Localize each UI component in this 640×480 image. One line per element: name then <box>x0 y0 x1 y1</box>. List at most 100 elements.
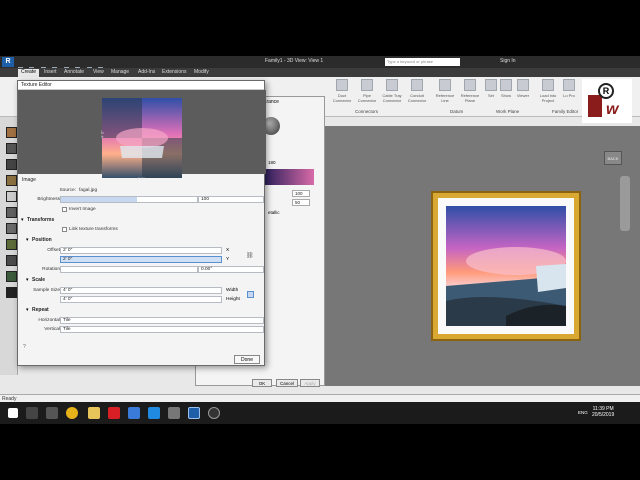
task-view-icon[interactable] <box>46 407 58 419</box>
ribbon-group-family-editor: Family Editor <box>552 109 579 114</box>
dropbox-icon[interactable] <box>128 407 140 419</box>
rotation-slider[interactable] <box>60 266 198 273</box>
texture-editor-properties: Image Source: fagal.jpg Brightness 100 I… <box>18 174 266 367</box>
file-explorer-icon[interactable] <box>88 407 100 419</box>
set-button[interactable]: Set <box>484 79 498 107</box>
material-swatch[interactable] <box>6 207 17 218</box>
tab-add-ins[interactable]: Add-Ins <box>138 69 155 75</box>
scale-section-header[interactable]: Scale <box>32 277 45 283</box>
tab-annotate[interactable]: Annotate <box>64 69 84 75</box>
height-dimension: 4' 0" <box>99 130 105 139</box>
chevron-down-icon[interactable]: ▾ <box>21 217 24 223</box>
lock-aspect-icon[interactable] <box>247 291 254 298</box>
duct-connector-button[interactable]: Duct Connector <box>330 79 354 107</box>
store-icon[interactable] <box>168 407 180 419</box>
ok-button[interactable]: OK <box>252 379 272 387</box>
viewer-button[interactable]: Viewer <box>514 79 532 107</box>
texture-editor-dialog: Texture Editor 4' 0" 4' 0" Image Source:… <box>17 80 266 367</box>
texture-preview: 4' 0" 4' 0" <box>18 90 266 181</box>
load-into-project-button[interactable]: Load into Project <box>536 79 560 107</box>
material-swatch[interactable] <box>6 239 17 250</box>
invert-image-checkbox[interactable] <box>62 207 67 212</box>
ribbon-group-connectors: Connectors <box>355 109 379 114</box>
source-file-link[interactable]: fagal.jpg <box>79 188 97 193</box>
set-icon <box>485 79 497 91</box>
chrome-icon[interactable] <box>66 407 78 419</box>
material-swatch[interactable] <box>6 287 17 298</box>
link-chain-icon[interactable]: ⛓ <box>246 252 254 259</box>
value-field[interactable]: 50 <box>292 199 310 206</box>
chevron-down-icon[interactable]: ▾ <box>26 307 29 313</box>
title-bar: R Family1 - 3D View: View 1 Type a keywo… <box>0 56 640 72</box>
cable-tray-connector-button[interactable]: Cable Tray Connector <box>380 79 404 107</box>
apply-button[interactable]: Apply <box>300 379 320 387</box>
done-button[interactable]: Done <box>234 355 260 364</box>
tab-manage[interactable]: Manage <box>111 69 129 75</box>
material-swatch[interactable] <box>6 191 17 202</box>
windows-start-icon[interactable] <box>8 408 18 418</box>
material-swatch[interactable] <box>6 271 17 282</box>
brightness-slider[interactable] <box>60 196 198 203</box>
help-icon[interactable]: ? <box>23 344 26 350</box>
height-field[interactable]: 4' 0" <box>60 296 222 303</box>
show-button[interactable]: Show <box>499 79 513 107</box>
taskbar-clock[interactable]: 11:39 PM 20/5/2019 <box>592 406 614 418</box>
horizontal-repeat-select[interactable]: Tile <box>60 317 264 324</box>
cable-tray-icon <box>386 79 398 91</box>
value-field[interactable]: 100 <box>292 190 310 197</box>
conduit-connector-button[interactable]: Conduit Connector <box>405 79 429 107</box>
quick-access-toolbar <box>18 59 218 72</box>
reference-line-button[interactable]: Reference Line <box>433 79 457 107</box>
material-swatch[interactable] <box>6 175 17 186</box>
offset-y-field[interactable]: 2' 0" <box>60 256 222 263</box>
vertical-repeat-select[interactable]: Tile <box>60 326 264 333</box>
load-close-icon <box>563 79 575 91</box>
reference-plane-button[interactable]: Reference Plane <box>458 79 482 107</box>
show-icon <box>500 79 512 91</box>
view-cube[interactable]: BACK <box>604 151 622 165</box>
load-into-project-close-button[interactable]: Lo Pro <box>560 79 578 107</box>
conduit-icon <box>411 79 423 91</box>
ribbon-tabs: Create Insert Annotate View Manage Add-I… <box>0 68 640 77</box>
rotation-value[interactable]: 0.00° <box>198 266 264 273</box>
search-icon[interactable] <box>26 407 38 419</box>
tab-extensions[interactable]: Extensions <box>162 69 186 75</box>
revit-app-icon[interactable]: R <box>2 57 14 67</box>
tab-create[interactable]: Create <box>18 69 40 77</box>
material-swatch[interactable] <box>6 159 17 170</box>
language-indicator[interactable]: ENG <box>578 410 588 415</box>
tiled-texture-preview[interactable] <box>102 98 182 178</box>
image-section-header[interactable]: Image <box>22 177 36 183</box>
tab-insert[interactable]: Insert <box>44 69 57 75</box>
pipe-connector-button[interactable]: Pipe Connector <box>355 79 379 107</box>
link-texture-transforms-checkbox[interactable] <box>62 227 67 232</box>
picture-frame[interactable] <box>431 191 581 341</box>
width-label: Width <box>226 288 239 293</box>
offset-x-field[interactable]: 2' 0" <box>60 247 222 254</box>
tab-modify[interactable]: Modify <box>194 69 209 75</box>
search-input[interactable]: Type a keyword or phrase <box>385 58 460 66</box>
material-swatch[interactable] <box>6 223 17 234</box>
edge-icon[interactable] <box>148 407 160 419</box>
horizontal-label: Horizontal <box>38 318 60 323</box>
cancel-button[interactable]: Cancel <box>276 379 298 387</box>
offset-label: Offset <box>47 248 60 253</box>
position-section-header[interactable]: Position <box>32 237 52 243</box>
sign-in-link[interactable]: Sign In <box>500 58 516 64</box>
repeat-section-header[interactable]: Repeat <box>32 307 49 313</box>
material-swatch[interactable] <box>6 255 17 266</box>
appearance-image-thumb[interactable] <box>264 169 314 185</box>
ribbon-group-datum: Datum <box>450 109 464 114</box>
chevron-down-icon[interactable]: ▾ <box>26 277 29 283</box>
revit-taskbar-icon[interactable] <box>188 407 200 419</box>
tab-view[interactable]: View <box>93 69 104 75</box>
navigation-bar[interactable] <box>620 176 630 231</box>
brightness-value[interactable]: 100 <box>198 196 264 203</box>
chevron-down-icon[interactable]: ▾ <box>26 237 29 243</box>
material-swatch[interactable] <box>6 143 17 154</box>
netflix-icon[interactable] <box>108 407 120 419</box>
material-swatch[interactable] <box>6 127 17 138</box>
clock-app-icon[interactable] <box>208 407 220 419</box>
transforms-section-header[interactable]: Transforms <box>27 217 54 223</box>
width-field[interactable]: 4' 0" <box>60 287 222 294</box>
